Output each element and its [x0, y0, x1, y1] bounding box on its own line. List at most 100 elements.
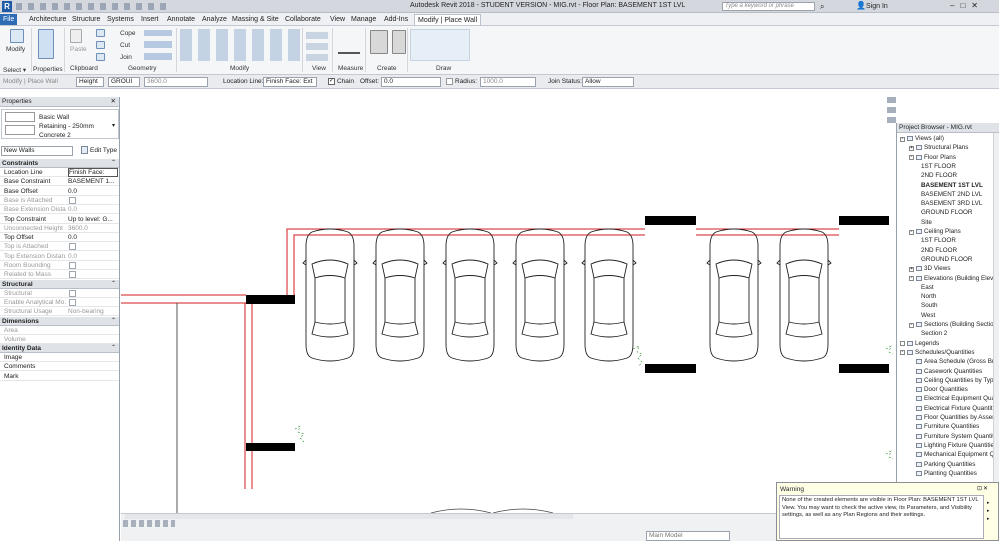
browser-node[interactable]: Furniture Quantities: [924, 423, 979, 431]
cope-button[interactable]: Cope: [120, 30, 136, 37]
section-identity-data[interactable]: Identity Data: [0, 344, 119, 354]
modify-button[interactable]: Modify: [6, 46, 25, 53]
property-checkbox[interactable]: [69, 298, 76, 306]
property-row[interactable]: Location Line Finish Face:: [0, 168, 119, 177]
property-row[interactable]: Top Offset 0.0: [0, 233, 119, 243]
paste-icon[interactable]: [70, 29, 82, 43]
browser-node[interactable]: GROUND FLOOR: [921, 209, 972, 217]
property-row[interactable]: Base Offset 0.0: [0, 187, 119, 196]
cope-icon[interactable]: [96, 29, 105, 37]
section-structural[interactable]: Structural: [0, 279, 119, 289]
browser-node[interactable]: 1ST FLOOR: [921, 163, 956, 171]
property-value[interactable]: 0.0: [68, 233, 118, 242]
property-row[interactable]: Top Extension Distan... 0.0: [0, 252, 119, 261]
browser-node[interactable]: Planting Quantities: [924, 470, 977, 478]
property-row[interactable]: Area: [0, 326, 119, 335]
property-row[interactable]: Unconnected Height 3600.0: [0, 224, 119, 233]
offset-field[interactable]: 0.0: [381, 77, 441, 87]
tab-collaborate[interactable]: Collaborate: [282, 14, 324, 25]
view-controls-icons[interactable]: [123, 520, 175, 527]
browser-scrollbar[interactable]: [993, 133, 999, 482]
close-icon[interactable]: ✕: [111, 97, 116, 107]
tab-annotate[interactable]: Annotate: [164, 14, 198, 25]
browser-node[interactable]: Electrical Equipment Quantities: [924, 395, 999, 403]
section-dimensions[interactable]: Dimensions: [0, 316, 119, 326]
view-tools-icons[interactable]: [306, 29, 328, 61]
browser-node[interactable]: Parking Quantities: [924, 461, 975, 469]
drawing-canvas[interactable]: [121, 89, 896, 513]
property-row[interactable]: Related to Mass: [0, 270, 119, 280]
browser-node[interactable]: Ceiling Quantities by Type: [924, 377, 997, 385]
join-status-select[interactable]: Allow: [582, 77, 634, 87]
property-value[interactable]: 0.0: [68, 187, 118, 196]
properties-button[interactable]: Properties: [33, 66, 63, 73]
chevron-down-icon[interactable]: ▾: [112, 122, 115, 129]
floor-plan-drawing[interactable]: [121, 89, 896, 513]
paste-button[interactable]: Paste: [70, 46, 87, 53]
tree-toggle-icon[interactable]: +: [909, 266, 914, 272]
browser-node[interactable]: Elevations (Building Elevation): [924, 275, 999, 283]
browser-node[interactable]: 2ND FLOOR: [921, 247, 957, 255]
browser-node[interactable]: Site: [921, 219, 932, 227]
modify-cursor-icon[interactable]: [10, 29, 24, 43]
tree-toggle-icon[interactable]: -: [909, 155, 914, 161]
property-checkbox[interactable]: [69, 196, 76, 204]
property-row[interactable]: Structural Usage Non-bearing: [0, 307, 119, 317]
tab-manage[interactable]: Manage: [348, 14, 379, 25]
search-input[interactable]: Type a keyword or phrase: [722, 2, 815, 11]
geometry-tools-icons[interactable]: [144, 30, 172, 60]
property-value[interactable]: Finish Face:: [68, 168, 118, 177]
browser-node[interactable]: 1ST FLOOR: [921, 237, 956, 245]
browser-node[interactable]: BASEMENT 1ST LVL: [921, 182, 983, 190]
sign-in-link[interactable]: Sign In: [866, 3, 888, 10]
create-group-icon[interactable]: [392, 30, 406, 54]
search-icon[interactable]: ⌕: [820, 2, 824, 12]
property-value[interactable]: 3600.0: [68, 224, 118, 233]
instance-select[interactable]: New Walls: [1, 146, 73, 156]
section-constraints[interactable]: Constraints: [0, 159, 119, 168]
property-row[interactable]: Volume: [0, 335, 119, 344]
property-row[interactable]: Top is Attached: [0, 242, 119, 252]
tab-structure[interactable]: Structure: [69, 14, 103, 25]
level-select[interactable]: GROUI: [108, 77, 140, 87]
property-row[interactable]: Base is Attached: [0, 196, 119, 205]
browser-node[interactable]: Structural Plans: [924, 144, 968, 152]
browser-node[interactable]: Floor Plans: [924, 154, 956, 162]
tree-toggle-icon[interactable]: [900, 341, 905, 347]
property-checkbox[interactable]: [69, 243, 76, 251]
warning-controls[interactable]: ⊡✕: [977, 485, 989, 492]
browser-node[interactable]: Lighting Fixture Quantities: [924, 442, 997, 450]
horizontal-scrollbar[interactable]: [125, 514, 573, 519]
browser-node[interactable]: 2ND FLOOR: [921, 172, 957, 180]
tab-massing-site[interactable]: Massing & Site: [229, 14, 282, 25]
browser-node[interactable]: Floor Quantities by Assembly: [924, 414, 999, 422]
tab-modify-place-wall[interactable]: Modify | Place Wall: [414, 14, 482, 25]
cut-icon[interactable]: [96, 41, 105, 49]
property-value[interactable]: Non-bearing: [68, 307, 118, 316]
location-line-select[interactable]: Finish Face: Ext: [263, 77, 317, 87]
modify-tools-icons[interactable]: [180, 29, 300, 61]
property-row[interactable]: Comments: [0, 362, 119, 372]
tree-toggle-icon[interactable]: -: [900, 350, 905, 356]
height-mode-select[interactable]: Height: [76, 77, 104, 87]
browser-node[interactable]: Schedules/Quantities: [915, 349, 975, 357]
browser-node[interactable]: West: [921, 312, 935, 320]
property-row[interactable]: Enable Analytical Mo...: [0, 298, 119, 307]
window-controls[interactable]: –□✕: [950, 1, 984, 10]
browser-node[interactable]: Casework Quantities: [924, 368, 982, 376]
property-value[interactable]: BASEMENT 1...: [68, 177, 118, 186]
tree-toggle-icon[interactable]: -: [909, 229, 914, 235]
browser-node[interactable]: South: [921, 302, 937, 310]
tree-toggle-icon[interactable]: -: [900, 136, 905, 142]
tab-insert[interactable]: Insert: [138, 14, 162, 25]
radius-field[interactable]: 1000.0: [480, 77, 536, 87]
browser-node[interactable]: East: [921, 284, 934, 292]
property-checkbox[interactable]: [69, 289, 76, 297]
collapse-icon[interactable]: ⌃: [111, 344, 116, 353]
browser-node[interactable]: Section 2: [921, 330, 947, 338]
browser-node[interactable]: Area Schedule (Gross Building): [924, 358, 999, 366]
worksets-select[interactable]: Main Model: [646, 531, 730, 541]
browser-node[interactable]: Furniture System Quantities: [924, 433, 999, 441]
browser-node[interactable]: Legends: [915, 340, 939, 348]
join-button[interactable]: Join: [120, 54, 132, 61]
